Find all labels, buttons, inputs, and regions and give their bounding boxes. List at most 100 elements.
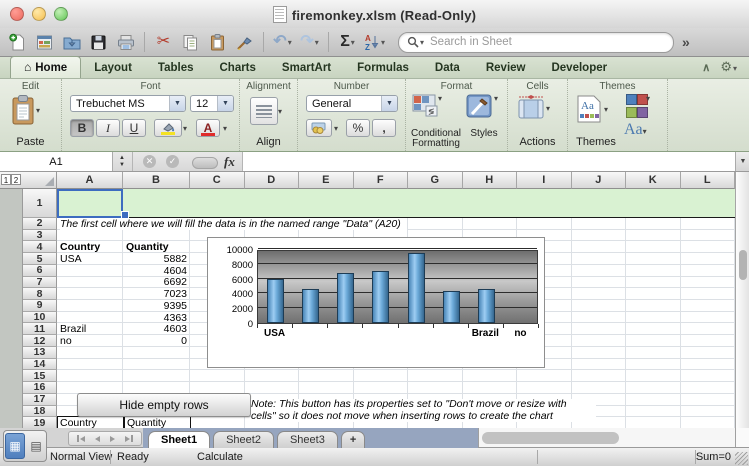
cell[interactable]: [626, 218, 681, 230]
resize-grip[interactable]: [735, 452, 748, 465]
paste-icon[interactable]: [204, 29, 231, 55]
formula-input[interactable]: [242, 152, 736, 171]
row-header-17[interactable]: 17: [23, 394, 57, 406]
row-header-5[interactable]: 5: [23, 253, 57, 265]
cell[interactable]: [572, 277, 627, 289]
row-header-14[interactable]: 14: [23, 359, 57, 371]
cell[interactable]: [57, 347, 123, 359]
theme-colors-button[interactable]: ▾: [626, 94, 650, 118]
cell[interactable]: [408, 370, 463, 382]
row-header-3[interactable]: 3: [23, 230, 57, 242]
cell[interactable]: [463, 382, 518, 394]
cell[interactable]: [681, 359, 736, 371]
new-from-template-icon[interactable]: [31, 29, 58, 55]
bold-button[interactable]: B: [70, 119, 94, 137]
percent-button[interactable]: %: [346, 119, 370, 137]
cell[interactable]: [190, 417, 245, 428]
cell[interactable]: [681, 230, 736, 242]
new-document-icon[interactable]: [4, 29, 31, 55]
tab-smartart[interactable]: SmartArt: [269, 59, 344, 78]
embedded-bar-chart[interactable]: 0200040006000800010000USABrazilno: [207, 237, 545, 368]
cell[interactable]: [463, 370, 518, 382]
cell[interactable]: [57, 288, 123, 300]
sheet-nav-arrows[interactable]: [68, 431, 142, 446]
tab-charts[interactable]: Charts: [206, 59, 268, 78]
select-all-corner[interactable]: 1 2: [0, 172, 57, 189]
cell[interactable]: [626, 382, 681, 394]
row-header-19[interactable]: 19: [23, 417, 57, 428]
add-sheet-button[interactable]: +: [341, 431, 365, 448]
cell[interactable]: [572, 359, 627, 371]
row-header-4[interactable]: 4: [23, 241, 57, 253]
cell[interactable]: [681, 323, 736, 335]
theme-fonts-button[interactable]: Aa▾: [624, 121, 647, 139]
cell[interactable]: [681, 370, 736, 382]
sheet-tab-sheet2[interactable]: Sheet2: [213, 431, 274, 448]
row-header-12[interactable]: 12: [23, 335, 57, 347]
row-header-6[interactable]: 6: [23, 265, 57, 277]
font-name-select[interactable]: Trebuchet MS▼: [70, 95, 186, 112]
cell[interactable]: [517, 218, 572, 230]
row-header-15[interactable]: 15: [23, 370, 57, 382]
cell[interactable]: [299, 370, 354, 382]
page-layout-view-button[interactable]: ▤: [27, 434, 45, 458]
cell[interactable]: [681, 394, 736, 406]
copy-icon[interactable]: [177, 29, 204, 55]
formula-bar-expand-icon[interactable]: ▼: [735, 152, 749, 171]
cell[interactable]: [57, 300, 123, 312]
open-icon[interactable]: [58, 29, 85, 55]
cell[interactable]: [57, 277, 123, 289]
tab-formulas[interactable]: Formulas: [344, 59, 422, 78]
column-header-F[interactable]: F: [354, 172, 409, 189]
column-header-E[interactable]: E: [299, 172, 354, 189]
collapse-ribbon-icon[interactable]: ∧: [702, 61, 710, 74]
cell[interactable]: [517, 382, 572, 394]
row-header-10[interactable]: 10: [23, 312, 57, 324]
cell[interactable]: [572, 300, 627, 312]
cell[interactable]: [681, 265, 736, 277]
row-header-2[interactable]: 2: [23, 218, 57, 230]
normal-view-button[interactable]: ▦: [5, 433, 25, 459]
cell[interactable]: [681, 347, 736, 359]
row-header-11[interactable]: 11: [23, 323, 57, 335]
column-header-H[interactable]: H: [463, 172, 518, 189]
cell[interactable]: [190, 370, 245, 382]
row-header-18[interactable]: 18: [23, 406, 57, 418]
cell[interactable]: [626, 288, 681, 300]
column-header-B[interactable]: B: [123, 172, 190, 189]
search-field[interactable]: ▾: [398, 32, 674, 53]
cell[interactable]: [626, 323, 681, 335]
cell[interactable]: [626, 335, 681, 347]
format-painter-icon[interactable]: [231, 29, 258, 55]
cell[interactable]: [572, 218, 627, 230]
cell[interactable]: [123, 347, 190, 359]
cell[interactable]: [57, 370, 123, 382]
currency-button[interactable]: [306, 119, 332, 137]
cell[interactable]: [572, 265, 627, 277]
tab-data[interactable]: Data: [422, 59, 473, 78]
column-header-L[interactable]: L: [681, 172, 736, 189]
cell[interactable]: [681, 300, 736, 312]
cell[interactable]: [681, 406, 736, 418]
cell[interactable]: [626, 300, 681, 312]
row-header-9[interactable]: 9: [23, 300, 57, 312]
sort-az-icon[interactable]: AZ ▾: [361, 29, 388, 55]
outline-level-1-button[interactable]: 1: [1, 174, 11, 185]
cell[interactable]: [517, 370, 572, 382]
column-header-J[interactable]: J: [572, 172, 627, 189]
cell[interactable]: [626, 406, 681, 418]
cell[interactable]: [123, 230, 190, 242]
cancel-icon[interactable]: ✕: [143, 155, 156, 168]
tab-review[interactable]: Review: [473, 59, 539, 78]
search-input[interactable]: [428, 35, 632, 49]
cell[interactable]: [626, 417, 681, 428]
cell[interactable]: [626, 394, 681, 406]
align-button[interactable]: ▾: [250, 97, 282, 125]
cell[interactable]: [626, 312, 681, 324]
cell[interactable]: [572, 323, 627, 335]
vertical-scrollbar[interactable]: [735, 172, 749, 428]
cell[interactable]: [354, 382, 409, 394]
cell[interactable]: [681, 382, 736, 394]
name-box-stepper[interactable]: ▲▼: [112, 152, 133, 171]
cell[interactable]: [57, 230, 123, 242]
